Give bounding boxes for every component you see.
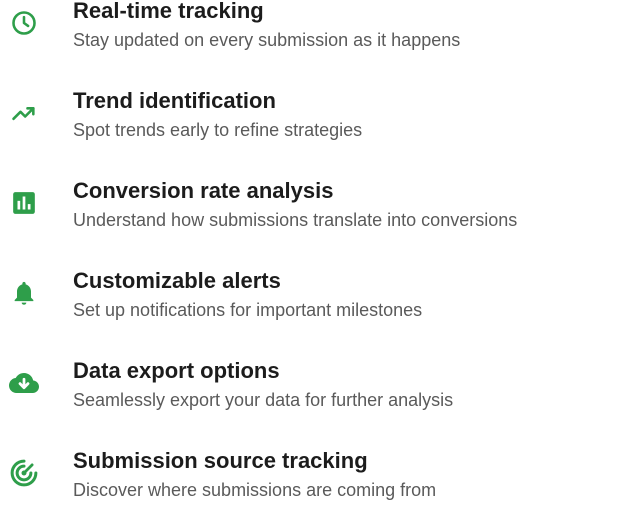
- feature-item-submission-source-tracking: Submission source tracking Discover wher…: [0, 437, 617, 509]
- feature-title: Customizable alerts: [73, 268, 281, 293]
- clock-icon: [8, 7, 40, 39]
- feature-description: Discover where submissions are coming fr…: [73, 480, 437, 500]
- feature-description: Understand how submissions translate int…: [73, 210, 518, 230]
- feature-list: Real-time tracking Stay updated on every…: [0, 0, 617, 509]
- feature-description: Spot trends early to refine strategies: [73, 120, 363, 140]
- feature-title: Submission source tracking: [73, 448, 368, 473]
- source-target-icon: [8, 457, 40, 489]
- feature-description: Set up notifications for important miles…: [73, 300, 423, 320]
- feature-item-customizable-alerts: Customizable alerts Set up notifications…: [0, 257, 617, 347]
- feature-text: Trend identification Spot trends early t…: [73, 87, 617, 141]
- feature-item-conversion-rate-analysis: Conversion rate analysis Understand how …: [0, 167, 617, 257]
- feature-title: Real-time tracking: [73, 0, 264, 23]
- feature-item-trend-identification: Trend identification Spot trends early t…: [0, 77, 617, 167]
- feature-text: Submission source tracking Discover wher…: [73, 447, 617, 501]
- feature-title: Conversion rate analysis: [73, 178, 334, 203]
- trending-up-icon: [8, 97, 40, 129]
- bar-chart-icon: [8, 187, 40, 219]
- feature-text: Conversion rate analysis Understand how …: [73, 177, 617, 231]
- feature-title: Trend identification: [73, 88, 276, 113]
- cloud-download-icon: [8, 367, 40, 399]
- feature-description: Seamlessly export your data for further …: [73, 390, 454, 410]
- bell-icon: [8, 277, 40, 309]
- feature-text: Data export options Seamlessly export yo…: [73, 357, 617, 411]
- feature-description: Stay updated on every submission as it h…: [73, 30, 461, 50]
- feature-text: Real-time tracking Stay updated on every…: [73, 0, 617, 51]
- feature-item-real-time-tracking: Real-time tracking Stay updated on every…: [0, 0, 617, 77]
- feature-title: Data export options: [73, 358, 280, 383]
- feature-text: Customizable alerts Set up notifications…: [73, 267, 617, 321]
- feature-item-data-export-options: Data export options Seamlessly export yo…: [0, 347, 617, 437]
